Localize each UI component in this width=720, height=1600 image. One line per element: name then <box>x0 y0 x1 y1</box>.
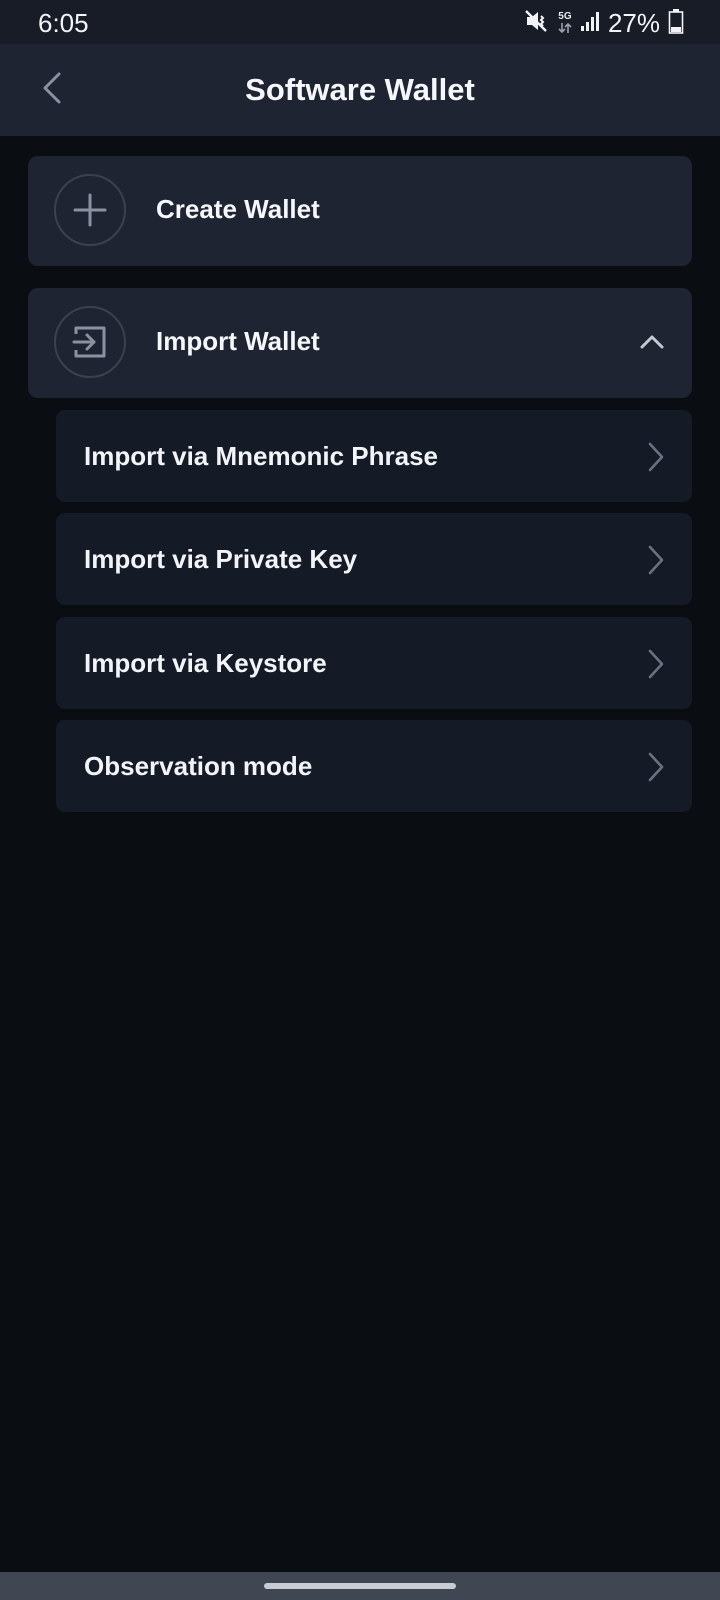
import-icon <box>54 306 126 378</box>
chevron-right-icon <box>646 543 666 577</box>
app-header: Software Wallet <box>0 44 720 136</box>
import-wallet-label: Import Wallet <box>156 326 320 356</box>
import-keystore-label: Import via Keystore <box>84 648 327 678</box>
network-5g-icon: 5G <box>558 12 572 34</box>
plus-icon <box>54 174 126 246</box>
import-keystore-item[interactable]: Import via Keystore <box>56 617 692 709</box>
import-wallet-toggle[interactable]: Import Wallet <box>28 288 692 398</box>
home-indicator[interactable] <box>264 1583 456 1589</box>
status-icons: 5G 27% <box>524 6 684 40</box>
battery-level: 27% <box>607 7 660 38</box>
battery-icon <box>668 8 684 39</box>
chevron-right-icon <box>646 647 666 681</box>
signal-icon <box>580 10 600 37</box>
import-mnemonic-item[interactable]: Import via Mnemonic Phrase <box>56 410 692 502</box>
status-time: 6:05 <box>38 8 89 38</box>
import-private-key-label: Import via Private Key <box>84 544 358 574</box>
system-nav-bar <box>0 1572 720 1600</box>
observation-mode-item[interactable]: Observation mode <box>56 720 692 812</box>
import-private-key-item[interactable]: Import via Private Key <box>56 513 692 605</box>
create-wallet-button[interactable]: Create Wallet <box>28 156 692 266</box>
import-mnemonic-label: Import via Mnemonic Phrase <box>84 441 438 471</box>
chevron-right-icon <box>646 750 666 784</box>
status-bar: 6:05 5G 27% <box>0 0 720 44</box>
mute-icon <box>524 8 550 39</box>
chevron-right-icon <box>646 440 666 474</box>
observation-mode-label: Observation mode <box>84 751 313 781</box>
chevron-up-icon <box>638 330 666 354</box>
create-wallet-label: Create Wallet <box>156 194 320 224</box>
page-title: Software Wallet <box>245 72 475 107</box>
